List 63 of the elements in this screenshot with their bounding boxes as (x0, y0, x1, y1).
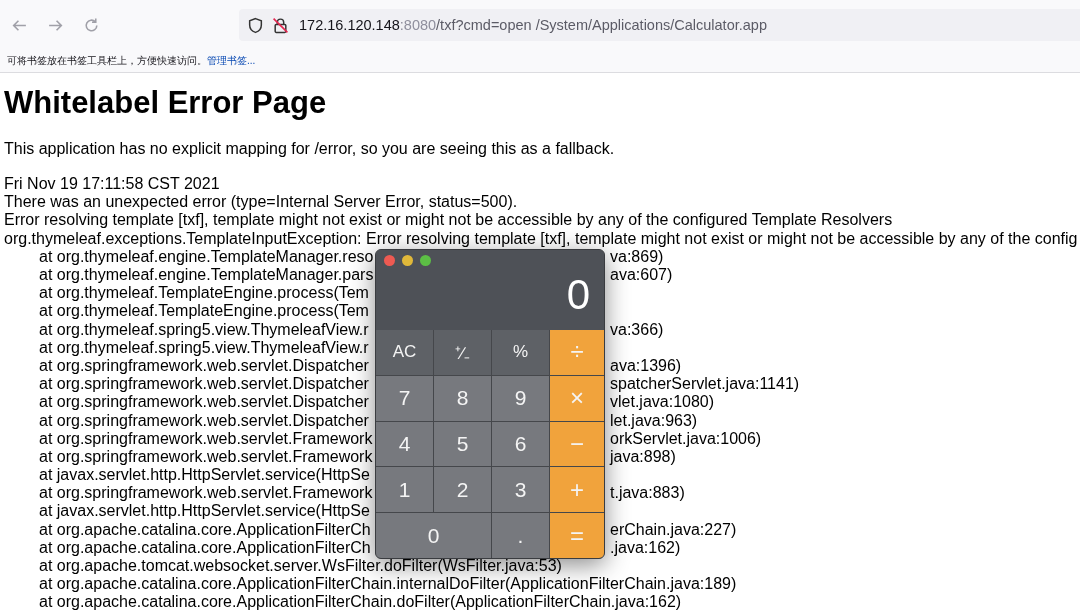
digit-key[interactable]: 1 (376, 467, 433, 513)
shield-icon[interactable] (247, 16, 264, 34)
error-line: Error resolving template [txf], template might not exist or might not be accessible by any of the configured Template Resolvers (4, 211, 894, 230)
error-line: Fri Nov 19 17:11:58 CST 2021 (4, 175, 221, 194)
digit-key[interactable]: . (492, 513, 549, 558)
error-line: There was an unexpected error (type=Internal Server Error, status=500). (4, 193, 519, 212)
stack-trace-line: let.java:963) (610, 411, 698, 430)
minimize-button[interactable] (402, 255, 413, 266)
stack-trace-line: at org.thymeleaf.TemplateEngine.process(Tem (39, 302, 369, 321)
stack-trace-line: erChain.java:227) (610, 520, 737, 539)
stack-trace-line: at org.apache.tomcat.websocket.server.WsFilter.doFilter(WsFilter.java:53) (39, 557, 562, 576)
digit-key[interactable]: 7 (376, 375, 433, 421)
page-title: Whitelabel Error Page (4, 84, 328, 122)
function-key[interactable]: AC (376, 330, 433, 375)
digit-key[interactable]: 3 (492, 467, 549, 513)
stack-trace-line: java:898) (610, 447, 676, 467)
digit-key[interactable]: 8 (434, 375, 491, 421)
bookmarks-hint: 可将书签放在书签工具栏上，方便快速访问。 (7, 54, 207, 68)
zoom-button[interactable] (420, 255, 431, 266)
stack-trace-line: va:366) (610, 320, 664, 339)
address-bar[interactable]: 172.16.120.148:8080/txf?cmd=open /System/Applications/Calculator.app (239, 9, 1080, 41)
stack-trace-line: at org.springframework.web.servlet.Dispatcher (39, 393, 369, 412)
digit-key[interactable]: 2 (434, 467, 491, 513)
stack-trace-line: spatcherServlet.java:1141) (610, 375, 800, 394)
digit-key[interactable]: 9 (492, 375, 549, 421)
error-line: org.thymeleaf.exceptions.TemplateInputException: Error resolving template [txf], template might not exist or might not be accessible by any of the config (4, 229, 1079, 248)
function-key[interactable]: % (492, 330, 549, 375)
stack-trace-line: at org.springframework.web.servlet.Dispatcher (39, 411, 369, 430)
stack-trace-line: va:869) (610, 247, 664, 266)
close-button[interactable] (384, 255, 395, 266)
insecure-lock-icon[interactable] (272, 16, 289, 34)
calculator-display: 0 (565, 272, 591, 318)
digit-key[interactable]: 0 (376, 513, 491, 558)
stack-trace-line: at org.springframework.web.servlet.Dispatcher (39, 356, 369, 376)
stack-trace-line: .java:162) (610, 538, 681, 557)
stack-trace-line: t.java:883) (610, 484, 685, 503)
digit-key[interactable]: 6 (492, 421, 549, 467)
stack-trace-line: at org.springframework.web.servlet.Framework (39, 447, 373, 467)
stack-trace-line: at org.thymeleaf.engine.TemplateManager.reso (39, 247, 374, 266)
stack-trace-line: vlet.java:1080) (610, 393, 715, 412)
stack-trace-line: ava:1396) (610, 356, 682, 376)
stack-trace-line: at org.thymeleaf.engine.TemplateManager.pars (39, 266, 374, 285)
function-key[interactable]: ⁺∕₋ (434, 330, 491, 375)
stack-trace-line: at org.thymeleaf.spring5.view.ThymeleafView.r (39, 338, 369, 357)
stack-trace-line: orkServlet.java:1006) (610, 429, 762, 448)
intro-text: This application has no explicit mapping for /error, so you are seeing this as a fallback. (4, 139, 616, 158)
stack-trace-line: at org.springframework.web.servlet.Framework (39, 429, 373, 448)
stack-trace-line: ava:607) (610, 266, 673, 285)
url-text[interactable]: 172.16.120.148:8080/txf?cmd=open /System/Applications/Calculator.app (299, 17, 767, 33)
digit-key[interactable]: 5 (434, 421, 491, 467)
stack-trace-line: at org.thymeleaf.TemplateEngine.process(Tem (39, 284, 369, 303)
stack-trace-line: at org.apache.catalina.core.ApplicationFilterChain.internalDoFilter(ApplicationFilterChain.java:189) (39, 575, 737, 594)
stack-trace-line: at org.apache.catalina.core.ApplicationFilterChain.doFilter(ApplicationFilterChain.java:162) (39, 593, 682, 612)
manage-bookmarks-link[interactable]: 管理书签... (207, 54, 256, 68)
stack-trace-line: at org.apache.catalina.core.ApplicationFilterCh (39, 538, 371, 557)
reload-icon[interactable] (83, 16, 100, 34)
stack-trace-line: at org.thymeleaf.spring5.view.ThymeleafView.r (39, 320, 369, 339)
stack-trace-line: at javax.servlet.http.HttpServlet.service(HttpSe (39, 466, 370, 485)
stack-trace-line: at org.springframework.web.servlet.Dispatcher (39, 375, 369, 394)
stack-trace-line: at org.springframework.web.servlet.Framework (39, 484, 373, 503)
stack-trace-line: at javax.servlet.http.HttpServlet.service(HttpSe (39, 502, 370, 521)
stack-trace-line: at org.apache.catalina.core.ApplicationFilterCh (39, 520, 371, 539)
digit-key[interactable]: 4 (376, 421, 433, 467)
